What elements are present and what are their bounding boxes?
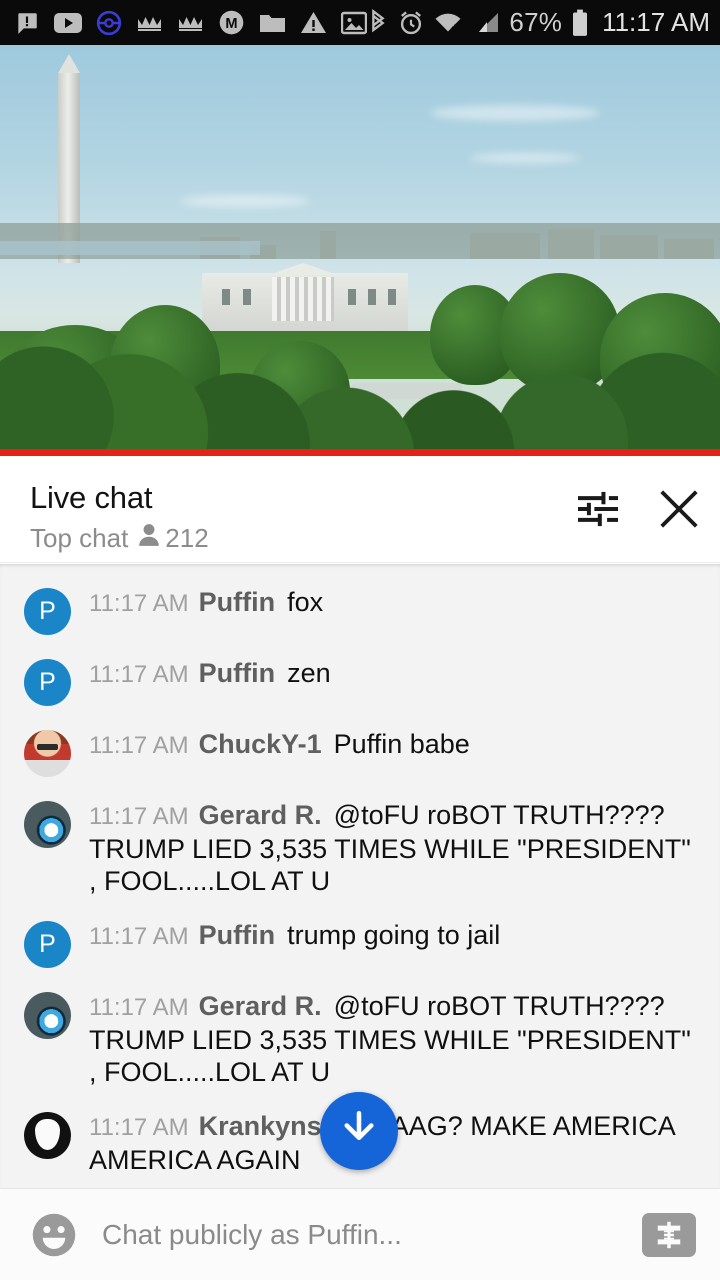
message-timestamp: 11:17 AM (89, 732, 189, 759)
message-timestamp: 11:17 AM (89, 994, 189, 1021)
message-body: 11:17 AM ChuckY-1 Puffin babe (89, 726, 702, 762)
message-body: 11:17 AM Puffin fox (89, 584, 702, 620)
svg-text:M: M (225, 16, 237, 32)
cloud (180, 195, 310, 207)
arrow-down-icon (338, 1108, 380, 1155)
live-chat-header: Live chat Top chat 212 (0, 456, 720, 563)
message-body: 11:17 AM Puffin zen (89, 655, 702, 691)
chat-title: Live chat (30, 480, 153, 515)
status-bar: M 67% 11:17 AM (0, 0, 720, 45)
chat-message-row[interactable]: P 11:17 AM Puffin zen (0, 645, 720, 716)
chat-header-titles: Live chat Top chat 212 (30, 478, 576, 554)
message-author[interactable]: Puffin (199, 587, 275, 617)
foreground-trees (0, 326, 720, 456)
battery-percent: 67% (509, 7, 563, 37)
message-author[interactable]: Gerard R. (199, 800, 322, 830)
status-bar-clock: 11:17 AM (602, 7, 710, 37)
emoji-face-icon[interactable] (28, 1209, 80, 1261)
person-icon (138, 523, 160, 554)
message-timestamp: 11:17 AM (89, 1114, 189, 1141)
chat-message-row[interactable]: 11:17 AM Gerard R. @toFU roBOT TRUTH???? T… (0, 787, 720, 907)
message-timestamp: 11:17 AM (89, 923, 189, 950)
dollar-superchat-icon[interactable] (642, 1212, 696, 1257)
avatar[interactable] (24, 1112, 71, 1159)
message-body: 11:17 AM Gerard R. @toFU roBOT TRUTH???? T… (89, 988, 702, 1088)
message-timestamp: 11:17 AM (89, 590, 189, 617)
warning-icon (300, 11, 327, 35)
viewer-count-value: 212 (165, 523, 209, 553)
chat-subtitle-row: Top chat 212 (30, 523, 576, 554)
alarm-icon (398, 10, 424, 36)
message-timestamp: 11:17 AM (89, 803, 189, 830)
m-circle-icon: M (218, 9, 245, 36)
chat-message-row[interactable]: P 11:17 AM Puffin fox (0, 574, 720, 645)
status-bar-right-icons: 67% 11:17 AM (367, 7, 710, 38)
avatar[interactable]: P (24, 588, 71, 635)
message-author[interactable]: Puffin (199, 920, 275, 950)
avatar[interactable]: P (24, 921, 71, 968)
battery-icon (571, 9, 589, 37)
message-timestamp: 11:17 AM (89, 661, 189, 688)
chat-header-actions (576, 478, 702, 532)
chat-input-bar (0, 1188, 720, 1280)
bluetooth-icon (367, 8, 389, 37)
video-player[interactable] (0, 45, 720, 456)
message-alert-icon (14, 10, 40, 36)
video-progress-fill (0, 449, 720, 456)
signal-icon (472, 11, 500, 35)
chat-message-row[interactable]: P 11:17 AM Puffin trump going to jail (0, 907, 720, 978)
folder-icon (259, 12, 286, 34)
message-author[interactable]: Gerard R. (199, 991, 322, 1021)
scroll-to-bottom-button[interactable] (320, 1092, 398, 1170)
crown-icon-1 (136, 13, 163, 33)
avatar[interactable] (24, 730, 71, 777)
message-text: zen (287, 658, 331, 688)
pokeball-icon (96, 10, 122, 36)
avatar[interactable]: P (24, 659, 71, 706)
video-progress-bar[interactable] (0, 449, 720, 456)
cloud (470, 153, 580, 163)
chat-message-row[interactable]: 11:17 AM Gerard R. @toFU roBOT TRUTH???? T… (0, 978, 720, 1098)
viewer-count: 212 (138, 523, 209, 554)
avatar[interactable] (24, 801, 71, 848)
wifi-icon (433, 11, 463, 35)
message-body: 11:17 AM Puffin trump going to jail (89, 917, 702, 953)
avatar[interactable] (24, 992, 71, 1039)
chat-message-row[interactable]: 11:17 AM ChuckY-1 Puffin babe (0, 716, 720, 787)
message-text: Puffin babe (333, 729, 470, 759)
tune-settings-icon[interactable] (576, 489, 620, 529)
chat-mode-label[interactable]: Top chat (30, 523, 128, 554)
image-icon (341, 11, 367, 35)
chat-input[interactable] (102, 1218, 642, 1251)
message-text: trump going to jail (287, 920, 501, 950)
message-body: 11:17 AM Gerard R. @toFU roBOT TRUTH???? T… (89, 797, 702, 897)
message-text: fox (287, 587, 324, 617)
youtube-icon (54, 12, 82, 34)
message-author[interactable]: Puffin (199, 658, 275, 688)
crown-icon-2 (177, 13, 204, 33)
close-icon[interactable] (656, 486, 702, 532)
message-author[interactable]: ChuckY-1 (199, 729, 322, 759)
status-bar-left-icons: M (14, 9, 367, 36)
cloud (430, 105, 600, 121)
